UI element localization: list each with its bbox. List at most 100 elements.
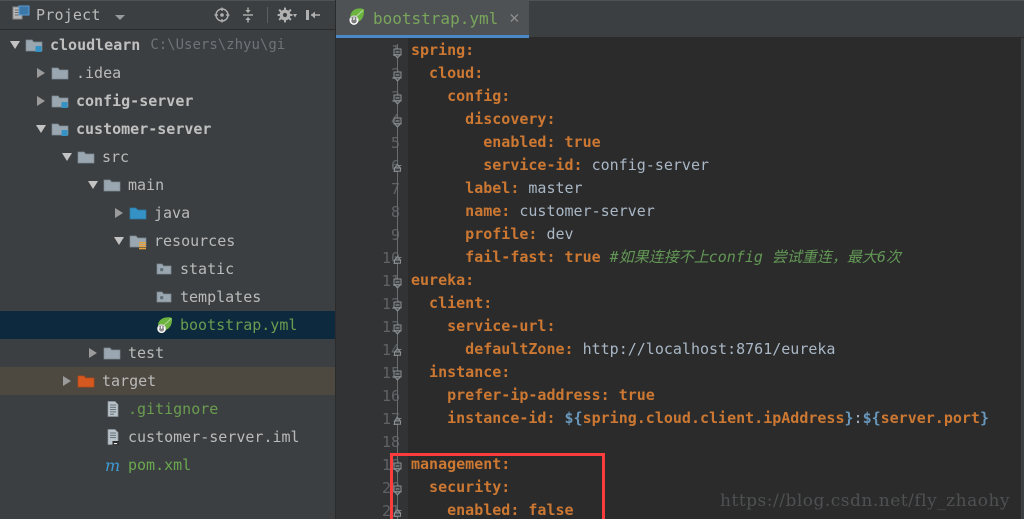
chevron-right-icon[interactable]: [32, 59, 50, 87]
code-region: 1234567891011121314151617181920212223: [336, 38, 1024, 519]
code-line[interactable]: name: customer-server: [408, 200, 1024, 223]
chevron-down-icon[interactable]: [114, 14, 125, 20]
maven-pom-icon: m: [102, 451, 124, 479]
fold-collapse-icon[interactable]: [391, 275, 404, 289]
tree-node-target[interactable]: target: [0, 367, 335, 395]
code-line[interactable]: [408, 430, 1024, 453]
code-line[interactable]: spring:: [408, 39, 1024, 62]
code-line[interactable]: discovery:: [408, 108, 1024, 131]
fold-collapse-icon[interactable]: [391, 367, 404, 381]
tree-node-test[interactable]: test: [0, 339, 335, 367]
plain-folder-icon: [154, 255, 176, 283]
code-token: prefer-ip-address:: [411, 386, 619, 404]
tree-twisty-empty: [136, 255, 154, 283]
fold-collapse-icon[interactable]: [391, 45, 404, 59]
editor-area: bootstrap.yml ✕ 123456789101112131415161…: [336, 0, 1024, 519]
chevron-down-icon[interactable]: [110, 227, 128, 255]
tree-node-customer-server[interactable]: customer-server: [0, 115, 335, 143]
tree-node-label: config-server: [76, 92, 194, 110]
code-line[interactable]: defaultZone: http://localhost:8761/eurek…: [408, 338, 1024, 361]
chevron-down-icon[interactable]: [32, 115, 50, 143]
code-line[interactable]: fail-fast: true #如果连接不上config 尝试重连，最大6次: [408, 246, 1024, 269]
fold-end-icon[interactable]: [391, 505, 404, 518]
tree-node-customer-server-iml[interactable]: customer-server.iml: [0, 423, 335, 451]
tree-node-label: bootstrap.yml: [180, 316, 298, 334]
tree-node-pom-xml[interactable]: m pom.xml: [0, 451, 335, 479]
chevron-down-icon[interactable]: [84, 171, 102, 199]
code-content[interactable]: spring: cloud: config: discovery: enable…: [408, 38, 1024, 519]
code-token: true: [564, 248, 601, 266]
tree-node-main[interactable]: main: [0, 171, 335, 199]
code-token: client:: [411, 294, 493, 312]
code-line[interactable]: config:: [408, 85, 1024, 108]
code-line[interactable]: label: master: [408, 177, 1024, 200]
code-token: #如果连接不上config 尝试重连，最大6次: [600, 248, 901, 266]
code-line[interactable]: instance-id: ${spring.cloud.client.ipAdd…: [408, 407, 1024, 430]
tree-node-gitignore[interactable]: .gitignore: [0, 395, 335, 423]
chevron-right-icon[interactable]: [84, 339, 102, 367]
code-token: server.port: [880, 409, 980, 427]
excluded-folder-icon: [76, 367, 98, 395]
scroll-from-source-icon[interactable]: [210, 3, 234, 27]
tree-node-static[interactable]: static: [0, 255, 335, 283]
settings-gear-icon[interactable]: [275, 3, 299, 27]
fold-end-icon[interactable]: [391, 160, 404, 173]
iml-file-icon: [102, 423, 124, 451]
tree-node-cloudlearn[interactable]: cloudlearn C:\Users\zhyu\gi: [0, 31, 335, 59]
collapse-all-icon[interactable]: [236, 3, 260, 27]
tree-node-resources[interactable]: resources: [0, 227, 335, 255]
code-line[interactable]: cloud:: [408, 62, 1024, 85]
tree-node-config-server[interactable]: config-server: [0, 87, 335, 115]
code-line[interactable]: profile: dev: [408, 223, 1024, 246]
code-line[interactable]: client:: [408, 292, 1024, 315]
code-token: defaultZone:: [411, 340, 583, 358]
project-view-selector[interactable]: Project: [4, 5, 129, 25]
editor-gutter[interactable]: 1234567891011121314151617181920212223: [336, 38, 408, 519]
fold-collapse-icon[interactable]: [391, 91, 404, 105]
tree-node-templates[interactable]: templates: [0, 283, 335, 311]
code-token: ${: [862, 409, 881, 427]
chevron-right-icon[interactable]: [32, 87, 50, 115]
fold-end-icon[interactable]: [391, 344, 404, 357]
code-token: cloud:: [411, 64, 484, 82]
tab-bootstrap-yml[interactable]: bootstrap.yml ✕: [336, 1, 530, 38]
tree-node-java[interactable]: java: [0, 199, 335, 227]
project-tree[interactable]: cloudlearn C:\Users\zhyu\gi .idea config-…: [0, 30, 335, 519]
source-folder-icon: [128, 199, 150, 227]
tree-node-label: cloudlearn: [50, 36, 141, 54]
fold-collapse-icon[interactable]: [391, 68, 404, 82]
fold-collapse-icon[interactable]: [391, 298, 404, 312]
code-line[interactable]: prefer-ip-address: true: [408, 384, 1024, 407]
tree-twisty-empty: [84, 395, 102, 423]
fold-end-icon[interactable]: [391, 252, 404, 265]
code-line[interactable]: instance:: [408, 361, 1024, 384]
tree-node-bootstrap-yml[interactable]: bootstrap.yml: [0, 311, 335, 339]
code-line[interactable]: management:: [408, 453, 1024, 476]
code-token: }: [979, 409, 989, 427]
code-token: security:: [411, 478, 511, 496]
chevron-down-icon[interactable]: [58, 143, 76, 171]
code-token: }: [844, 409, 854, 427]
tree-node-label: java: [154, 204, 191, 222]
fold-collapse-icon[interactable]: [391, 114, 404, 128]
tree-node-idea[interactable]: .idea: [0, 59, 335, 87]
chevron-down-icon[interactable]: [6, 31, 24, 59]
hide-panel-icon[interactable]: [301, 3, 325, 27]
fold-end-icon[interactable]: [391, 413, 404, 426]
close-icon[interactable]: ✕: [505, 9, 519, 27]
code-line[interactable]: enabled: true: [408, 131, 1024, 154]
code-folding-strip[interactable]: [388, 39, 408, 519]
tree-node-label: main: [128, 176, 165, 194]
fold-collapse-icon[interactable]: [391, 459, 404, 473]
code-line[interactable]: service-url:: [408, 315, 1024, 338]
code-line[interactable]: eureka:: [408, 269, 1024, 292]
code-line[interactable]: service-id: config-server: [408, 154, 1024, 177]
fold-collapse-icon[interactable]: [391, 321, 404, 335]
spring-yml-icon: [154, 311, 176, 339]
folder-icon: [50, 59, 72, 87]
fold-collapse-icon[interactable]: [391, 482, 404, 496]
tree-node-src[interactable]: src: [0, 143, 335, 171]
chevron-right-icon[interactable]: [110, 199, 128, 227]
chevron-right-icon[interactable]: [58, 367, 76, 395]
resources-folder-icon: [128, 227, 150, 255]
